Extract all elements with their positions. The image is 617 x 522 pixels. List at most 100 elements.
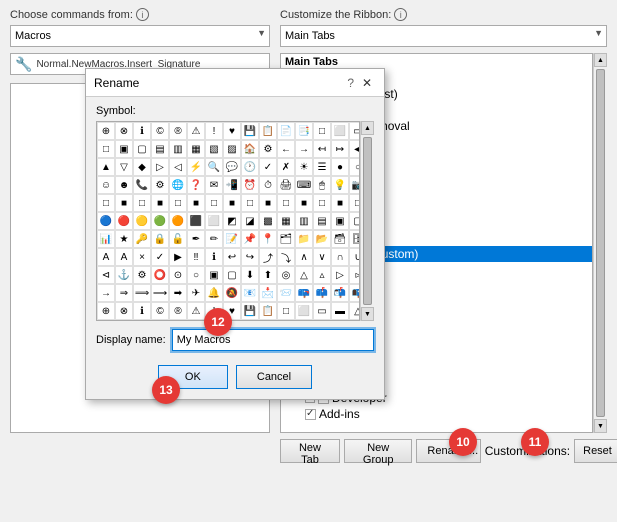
symbol-cell-1-1[interactable]: ▣: [115, 140, 133, 158]
symbol-cell-4-6[interactable]: □: [205, 194, 223, 212]
symbol-cell-10-7[interactable]: ♥: [223, 302, 241, 320]
symbol-cell-1-10[interactable]: ←: [277, 140, 295, 158]
dialog-help-button[interactable]: ?: [347, 76, 354, 90]
symbol-cell-8-11[interactable]: △: [295, 266, 313, 284]
symbol-cell-7-2[interactable]: ×: [133, 248, 151, 266]
symbol-cell-8-2[interactable]: ⚙: [133, 266, 151, 284]
symbol-cell-5-6[interactable]: ⬜: [205, 212, 223, 230]
symbol-cell-2-13[interactable]: ●: [331, 158, 349, 176]
symbol-cell-1-5[interactable]: ▦: [187, 140, 205, 158]
symbol-cell-11-11[interactable]: 🖊: [295, 320, 313, 321]
dialog-cancel-button[interactable]: Cancel: [236, 365, 312, 389]
symbol-cell-2-7[interactable]: 💬: [223, 158, 241, 176]
symbol-cell-11-1[interactable]: 🔨: [115, 320, 133, 321]
symbol-cell-10-14[interactable]: △: [349, 302, 360, 320]
symbol-cell-6-5[interactable]: ✒: [187, 230, 205, 248]
symbol-cell-4-4[interactable]: □: [169, 194, 187, 212]
symbol-cell-9-6[interactable]: 🔔: [205, 284, 223, 302]
symbol-cell-0-11[interactable]: 📑: [295, 122, 313, 140]
symbol-cell-5-13[interactable]: ▣: [331, 212, 349, 230]
symbol-cell-6-11[interactable]: 📁: [295, 230, 313, 248]
symbol-cell-8-8[interactable]: ⬇: [241, 266, 259, 284]
symbol-cell-4-2[interactable]: □: [133, 194, 151, 212]
symbol-cell-7-9[interactable]: ⤴: [259, 248, 277, 266]
symbol-cell-0-5[interactable]: ⚠: [187, 122, 205, 140]
symbol-cell-1-0[interactable]: □: [97, 140, 115, 158]
symbol-cell-11-14[interactable]: ✏: [349, 320, 360, 321]
symbol-cell-2-6[interactable]: 🔍: [205, 158, 223, 176]
symbol-cell-1-14[interactable]: ◀: [349, 140, 360, 158]
symbol-cell-2-1[interactable]: ▽: [115, 158, 133, 176]
symbol-cell-0-13[interactable]: ⬜: [331, 122, 349, 140]
symbol-cell-2-14[interactable]: ○: [349, 158, 360, 176]
symbol-cell-9-11[interactable]: 📪: [295, 284, 313, 302]
symbol-cell-5-10[interactable]: ▦: [277, 212, 295, 230]
symbol-cell-10-6[interactable]: !: [205, 302, 223, 320]
symbol-cell-10-0[interactable]: ⊕: [97, 302, 115, 320]
symbol-cell-1-4[interactable]: ▥: [169, 140, 187, 158]
symbol-cell-0-10[interactable]: 📄: [277, 122, 295, 140]
symbol-cell-2-9[interactable]: ✓: [259, 158, 277, 176]
symbol-cell-3-12[interactable]: 🖱: [313, 176, 331, 194]
symbol-cell-2-5[interactable]: ⚡: [187, 158, 205, 176]
symbol-cell-7-14[interactable]: ∪: [349, 248, 360, 266]
symbol-cell-11-10[interactable]: ✂: [277, 320, 295, 321]
symbol-cell-2-10[interactable]: ✗: [277, 158, 295, 176]
symbol-cell-10-5[interactable]: ⚠: [187, 302, 205, 320]
symbol-cell-5-2[interactable]: 🟡: [133, 212, 151, 230]
symbol-cell-5-11[interactable]: ▥: [295, 212, 313, 230]
symbol-cell-3-7[interactable]: 📲: [223, 176, 241, 194]
symbol-cell-7-8[interactable]: ↪: [241, 248, 259, 266]
symbol-cell-9-14[interactable]: 📭: [349, 284, 360, 302]
symbol-cell-2-0[interactable]: ▲: [97, 158, 115, 176]
symbol-cell-4-1[interactable]: ■: [115, 194, 133, 212]
symbol-cell-5-12[interactable]: ▤: [313, 212, 331, 230]
symbol-cell-8-10[interactable]: ◎: [277, 266, 295, 284]
symbol-cell-10-2[interactable]: ℹ: [133, 302, 151, 320]
symbol-cell-3-3[interactable]: ⚙: [151, 176, 169, 194]
symbol-cell-6-13[interactable]: 🗃: [331, 230, 349, 248]
symbol-cell-1-8[interactable]: 🏠: [241, 140, 259, 158]
symbol-cell-10-11[interactable]: ⬜: [295, 302, 313, 320]
symbol-cell-8-3[interactable]: ⭕: [151, 266, 169, 284]
symbol-cell-3-1[interactable]: ☻: [115, 176, 133, 194]
symbol-cell-0-3[interactable]: ©: [151, 122, 169, 140]
symbol-cell-5-4[interactable]: 🟠: [169, 212, 187, 230]
symbol-cell-7-4[interactable]: ▶: [169, 248, 187, 266]
symbol-cell-8-14[interactable]: ▹: [349, 266, 360, 284]
symbol-cell-4-5[interactable]: ■: [187, 194, 205, 212]
symbol-cell-3-6[interactable]: ✉: [205, 176, 223, 194]
symbol-scroll-thumb[interactable]: [363, 137, 372, 305]
symbol-cell-7-6[interactable]: ℹ: [205, 248, 223, 266]
symbol-cell-8-6[interactable]: ▣: [205, 266, 223, 284]
symbol-cell-4-13[interactable]: ■: [331, 194, 349, 212]
symbol-scrollbar[interactable]: ▲ ▼: [360, 121, 374, 321]
symbol-cell-3-14[interactable]: 📷: [349, 176, 360, 194]
symbol-cell-3-2[interactable]: 📞: [133, 176, 151, 194]
symbol-cell-6-8[interactable]: 📌: [241, 230, 259, 248]
symbol-cell-6-4[interactable]: 🔓: [169, 230, 187, 248]
symbol-cell-0-12[interactable]: □: [313, 122, 331, 140]
symbol-cell-11-12[interactable]: ✒: [313, 320, 331, 321]
symbol-cell-6-6[interactable]: ✏: [205, 230, 223, 248]
symbol-cell-10-12[interactable]: ▭: [313, 302, 331, 320]
symbol-cell-1-12[interactable]: ↤: [313, 140, 331, 158]
display-name-input[interactable]: [172, 329, 374, 351]
symbol-cell-7-1[interactable]: A: [115, 248, 133, 266]
symbol-cell-3-11[interactable]: ⌨: [295, 176, 313, 194]
symbol-cell-2-12[interactable]: ☰: [313, 158, 331, 176]
symbol-cell-9-10[interactable]: 📨: [277, 284, 295, 302]
symbol-cell-2-3[interactable]: ▷: [151, 158, 169, 176]
symbol-cell-11-8[interactable]: 📐: [241, 320, 259, 321]
symbol-cell-3-4[interactable]: 🌐: [169, 176, 187, 194]
symbol-cell-0-2[interactable]: ℹ: [133, 122, 151, 140]
symbol-cell-7-12[interactable]: ∨: [313, 248, 331, 266]
symbol-cell-11-4[interactable]: 🛠: [169, 320, 187, 321]
symbol-cell-10-8[interactable]: 💾: [241, 302, 259, 320]
symbol-cell-1-9[interactable]: ⚙: [259, 140, 277, 158]
symbol-cell-4-11[interactable]: ■: [295, 194, 313, 212]
symbol-cell-0-7[interactable]: ♥: [223, 122, 241, 140]
symbol-cell-8-13[interactable]: ▷: [331, 266, 349, 284]
symbol-cell-6-0[interactable]: 📊: [97, 230, 115, 248]
symbol-cell-1-7[interactable]: ▨: [223, 140, 241, 158]
